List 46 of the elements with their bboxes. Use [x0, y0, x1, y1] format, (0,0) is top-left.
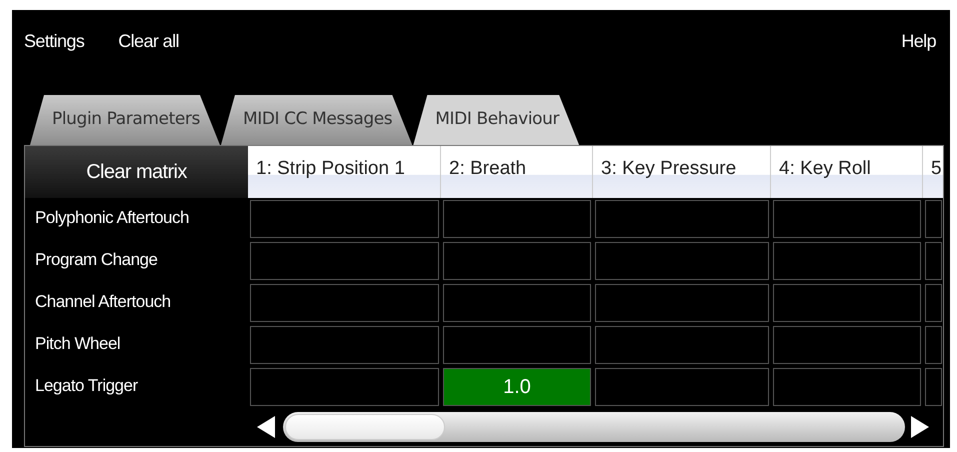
matrix-cell[interactable]	[443, 242, 591, 280]
matrix-cell[interactable]	[773, 368, 921, 406]
matrix-cell[interactable]	[595, 368, 769, 406]
menu-item[interactable]: Settings	[24, 28, 84, 54]
matrix-cell[interactable]	[443, 284, 591, 322]
matrix-cell[interactable]	[250, 242, 439, 280]
row-label: Legato Trigger	[34, 375, 139, 397]
row-label: Pitch Wheel	[34, 333, 122, 355]
matrix-cell[interactable]	[925, 242, 942, 280]
matrix-cell[interactable]	[250, 326, 439, 364]
clear-matrix-button[interactable]: Clear matrix	[25, 146, 248, 198]
row-label: Program Change	[34, 249, 158, 271]
matrix-cell[interactable]	[250, 368, 439, 406]
matrix-cell[interactable]	[925, 368, 942, 406]
matrix-cell[interactable]	[595, 284, 769, 322]
matrix-cell[interactable]	[250, 284, 439, 322]
tab[interactable]: Plugin Parameters	[30, 95, 220, 145]
column-header: 3: Key Pressure	[593, 146, 771, 198]
menu-item[interactable]: Help	[901, 28, 936, 54]
matrix-cell[interactable]	[595, 200, 769, 238]
column-header: 4: Key Roll	[771, 146, 923, 198]
matrix-cell[interactable]	[773, 326, 921, 364]
matrix-cell[interactable]	[595, 326, 769, 364]
column-header: 1: Strip Position 1	[248, 146, 441, 198]
scrollbar-thumb[interactable]	[285, 414, 445, 440]
matrix-cell[interactable]: 1.0	[443, 368, 591, 406]
matrix-cell[interactable]	[443, 326, 591, 364]
matrix-cell[interactable]	[250, 200, 439, 238]
matrix-cell[interactable]	[925, 200, 942, 238]
tab[interactable]: MIDI CC Messages	[220, 95, 412, 145]
matrix-cell[interactable]	[773, 200, 921, 238]
matrix-cell[interactable]	[925, 284, 942, 322]
matrix-cell[interactable]	[773, 242, 921, 280]
scrollbar-track[interactable]	[283, 412, 905, 442]
matrix-cell[interactable]	[925, 326, 942, 364]
column-header: 2: Breath	[441, 146, 593, 198]
matrix-cell[interactable]	[595, 242, 769, 280]
column-header: 5	[923, 146, 943, 198]
row-label: Polyphonic Aftertouch	[34, 207, 190, 229]
matrix-cell[interactable]	[773, 284, 921, 322]
menu-item[interactable]: Clear all	[118, 28, 179, 54]
tab[interactable]: MIDI Behaviour	[413, 95, 580, 145]
row-label: Channel Aftertouch	[34, 291, 172, 313]
matrix-cell[interactable]	[443, 200, 591, 238]
scroll-right-icon[interactable]	[911, 416, 929, 438]
scroll-left-icon[interactable]	[257, 416, 275, 438]
